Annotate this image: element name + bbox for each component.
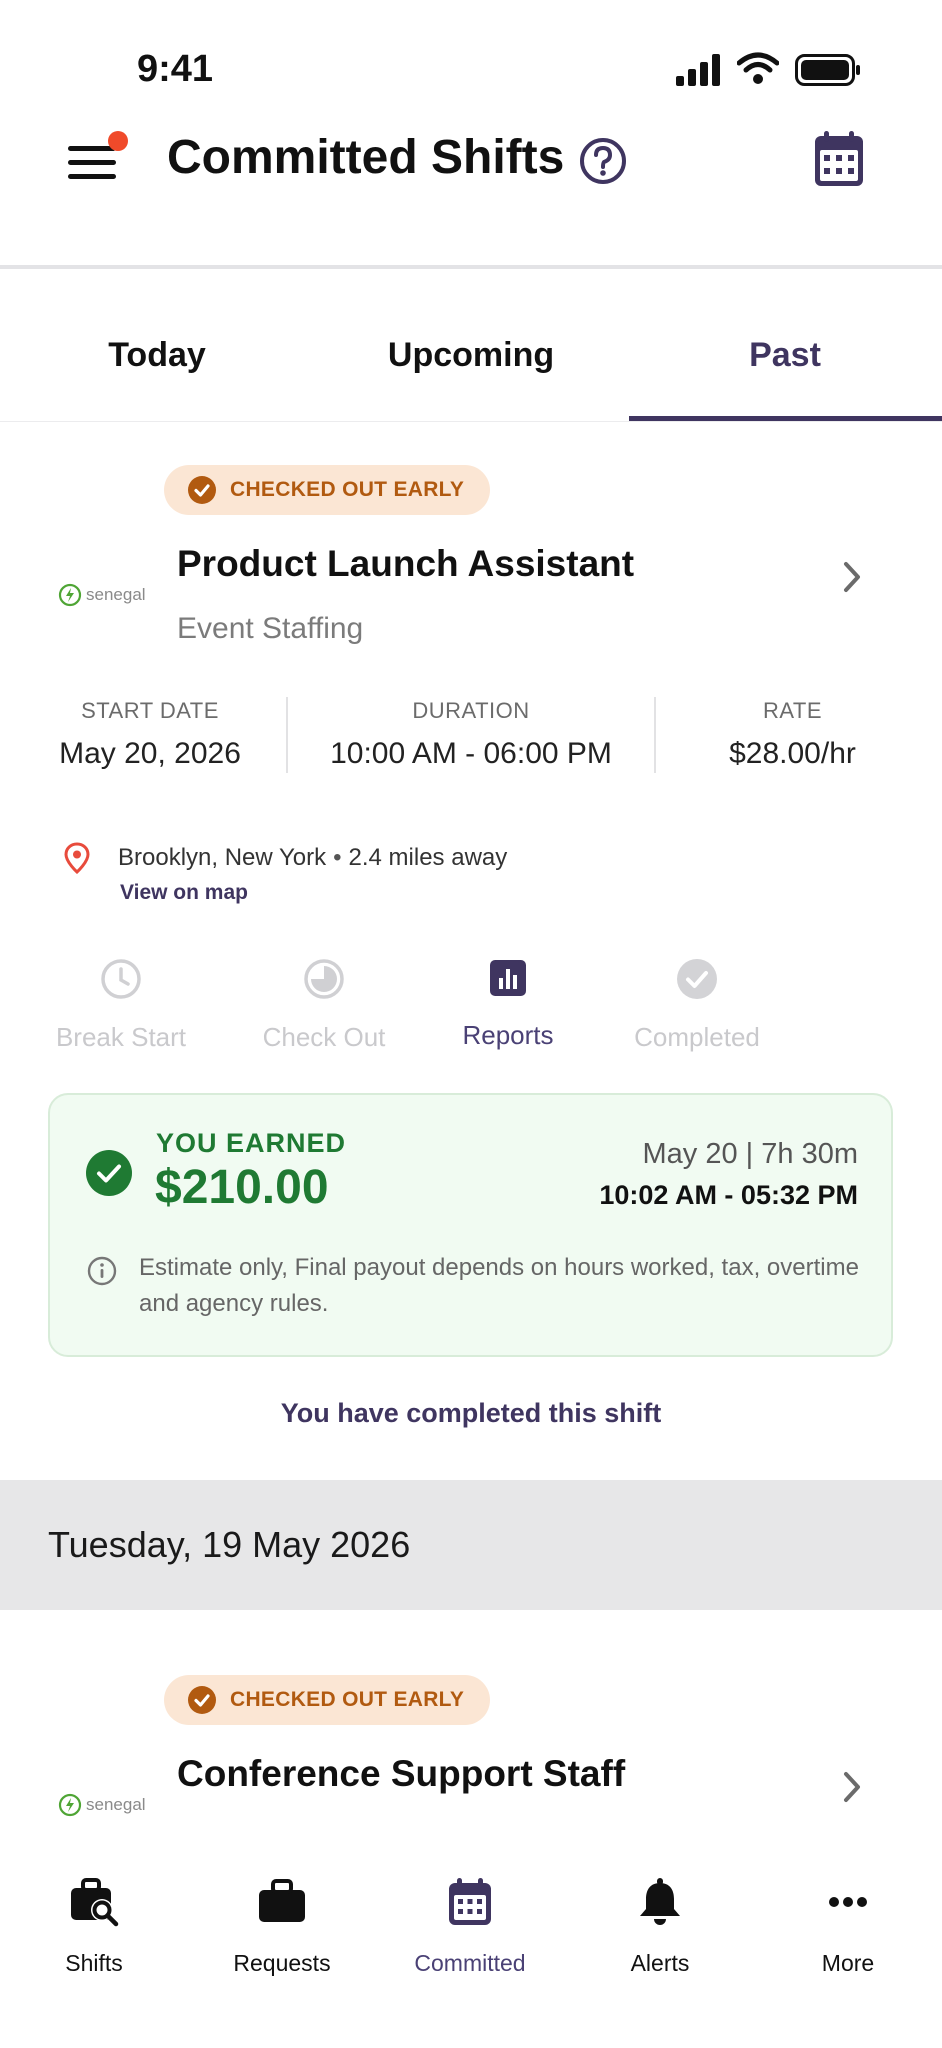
earnings-disclaimer: Estimate only, Final payout depends on h… — [139, 1254, 859, 1317]
nav-alerts-label: Alerts — [630, 1950, 690, 1976]
earned-label: YOU EARNED — [156, 1128, 347, 1158]
date-section-label: Tuesday, 19 May 2026 — [48, 1524, 411, 1565]
nav-more[interactable]: More — [754, 1876, 942, 1977]
job-title[interactable]: Conference Support Staff — [177, 1753, 625, 1795]
nav-requests-label: Requests — [233, 1950, 331, 1976]
info-icon — [87, 1256, 117, 1286]
reports-label: Reports — [462, 1020, 554, 1050]
page-title: Committed Shifts — [167, 131, 565, 184]
completed-button[interactable]: Completed — [622, 958, 772, 1053]
bar-chart-icon — [488, 958, 528, 998]
status-badge: CHECKED OUT EARLY — [164, 465, 491, 515]
check-out-button[interactable]: Check Out — [249, 958, 399, 1053]
completed-message: You have completed this shift — [280, 1398, 662, 1428]
menu-button[interactable] — [66, 130, 136, 190]
calendar-icon — [444, 1876, 496, 1928]
chevron-right-icon[interactable] — [842, 1770, 862, 1804]
nav-shifts[interactable]: Shifts — [0, 1876, 188, 1977]
completed-label: Completed — [634, 1022, 760, 1052]
nav-alerts[interactable]: Alerts — [566, 1876, 754, 1977]
notification-dot — [108, 131, 128, 151]
check-badge-icon — [188, 1686, 216, 1714]
meta-separator — [654, 697, 656, 773]
nav-more-label: More — [821, 1950, 875, 1976]
chevron-right-icon[interactable] — [842, 560, 862, 594]
check-badge-icon — [188, 476, 216, 504]
briefcase-icon — [256, 1876, 308, 1928]
location-pin-icon — [64, 842, 90, 874]
clock-icon — [100, 958, 142, 1000]
calendar-button[interactable] — [813, 130, 865, 188]
job-title[interactable]: Product Launch Assistant — [177, 543, 634, 585]
duration-label: DURATION — [412, 698, 530, 723]
status-badge-label: CHECKED OUT EARLY — [230, 478, 465, 501]
meta-separator — [286, 697, 288, 773]
status-badge: CHECKED OUT EARLY — [164, 1675, 491, 1725]
header-divider — [0, 265, 942, 269]
rate-label: RATE — [762, 698, 823, 723]
more-dots-icon — [822, 1876, 874, 1928]
view-on-map-link[interactable]: View on map — [120, 881, 248, 905]
bell-icon — [634, 1876, 686, 1928]
location-line: Brooklyn, New York • 2.4 miles away — [118, 844, 508, 871]
home-indicator — [332, 2017, 610, 2027]
wifi-icon — [737, 52, 779, 84]
tab-today[interactable]: Today — [0, 290, 314, 420]
break-start-button[interactable]: Break Start — [46, 958, 196, 1053]
signal-icon — [676, 54, 722, 86]
check-circle-icon — [676, 958, 718, 1000]
nav-shifts-label: Shifts — [65, 1950, 123, 1976]
duration-value: 10:00 AM - 06:00 PM — [330, 737, 612, 770]
nav-committed-label: Committed — [414, 1950, 526, 1976]
check-out-label: Check Out — [262, 1022, 386, 1052]
reports-button[interactable]: Reports — [433, 958, 583, 1051]
company-logo: senegal — [58, 583, 146, 607]
earned-check-icon — [86, 1150, 132, 1196]
location-text: Brooklyn, New York — [118, 844, 327, 871]
tabs-divider — [0, 421, 942, 422]
nav-committed[interactable]: Committed — [376, 1876, 564, 1977]
rate-value: $28.00/hr — [729, 737, 856, 770]
start-date-label: START DATE — [81, 698, 219, 723]
half-moon-icon — [303, 958, 345, 1000]
start-date-value: May 20, 2026 — [59, 737, 241, 770]
earned-time-range: 10:02 AM - 05:32 PM — [599, 1180, 858, 1210]
status-badge-label: CHECKED OUT EARLY — [230, 1688, 465, 1711]
distance-text: 2.4 miles away — [348, 844, 508, 871]
battery-icon — [795, 54, 861, 86]
status-time: 9:41 — [137, 48, 214, 90]
tab-past[interactable]: Past — [628, 290, 942, 420]
company-logo: senegal — [58, 1793, 146, 1817]
earned-date-hours: May 20 | 7h 30m — [642, 1138, 858, 1170]
earned-amount: $210.00 — [155, 1161, 329, 1214]
nav-requests[interactable]: Requests — [188, 1876, 376, 1977]
tab-upcoming[interactable]: Upcoming — [314, 290, 628, 420]
job-category: Event Staffing — [177, 612, 364, 645]
briefcase-search-icon — [68, 1876, 120, 1928]
help-icon[interactable] — [579, 137, 627, 185]
break-start-label: Break Start — [55, 1022, 187, 1052]
